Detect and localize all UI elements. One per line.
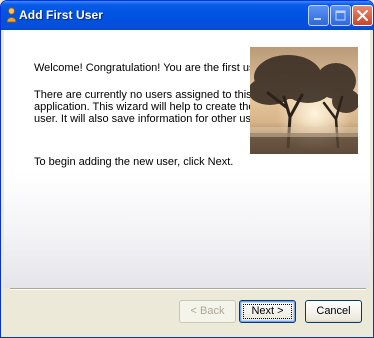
welcome-text: Welcome! Congratulation! You are the fir… — [34, 62, 267, 74]
info-paragraph: There are currently no users assigned to… — [34, 89, 275, 125]
cancel-button[interactable]: Cancel — [305, 300, 362, 323]
minimize-button[interactable] — [308, 5, 329, 26]
next-button-label: Next > — [251, 305, 284, 317]
wizard-image — [250, 47, 358, 154]
close-icon — [357, 10, 368, 21]
maximize-button[interactable] — [330, 5, 351, 26]
info-line: application. This wizard will help to cr… — [34, 101, 276, 113]
user-wizard-icon — [6, 7, 17, 23]
minimize-icon — [314, 18, 321, 20]
info-line: There are currently no users assigned to… — [34, 89, 252, 101]
add-first-user-window: Add First User Welcome! Congratulation! … — [0, 0, 374, 338]
wizard-content: Welcome! Congratulation! You are the fir… — [4, 30, 370, 288]
close-button[interactable] — [352, 5, 373, 26]
back-button[interactable]: < Back — [179, 300, 236, 323]
title-bar[interactable]: Add First User — [1, 1, 373, 30]
maximize-icon — [335, 10, 346, 21]
next-button[interactable]: Next > — [239, 300, 296, 323]
info-line: user. It will also save information for … — [34, 113, 270, 125]
instruction-text: To begin adding the new user, click Next… — [34, 156, 234, 168]
window-title: Add First User — [19, 8, 104, 22]
footer-divider — [10, 288, 366, 290]
